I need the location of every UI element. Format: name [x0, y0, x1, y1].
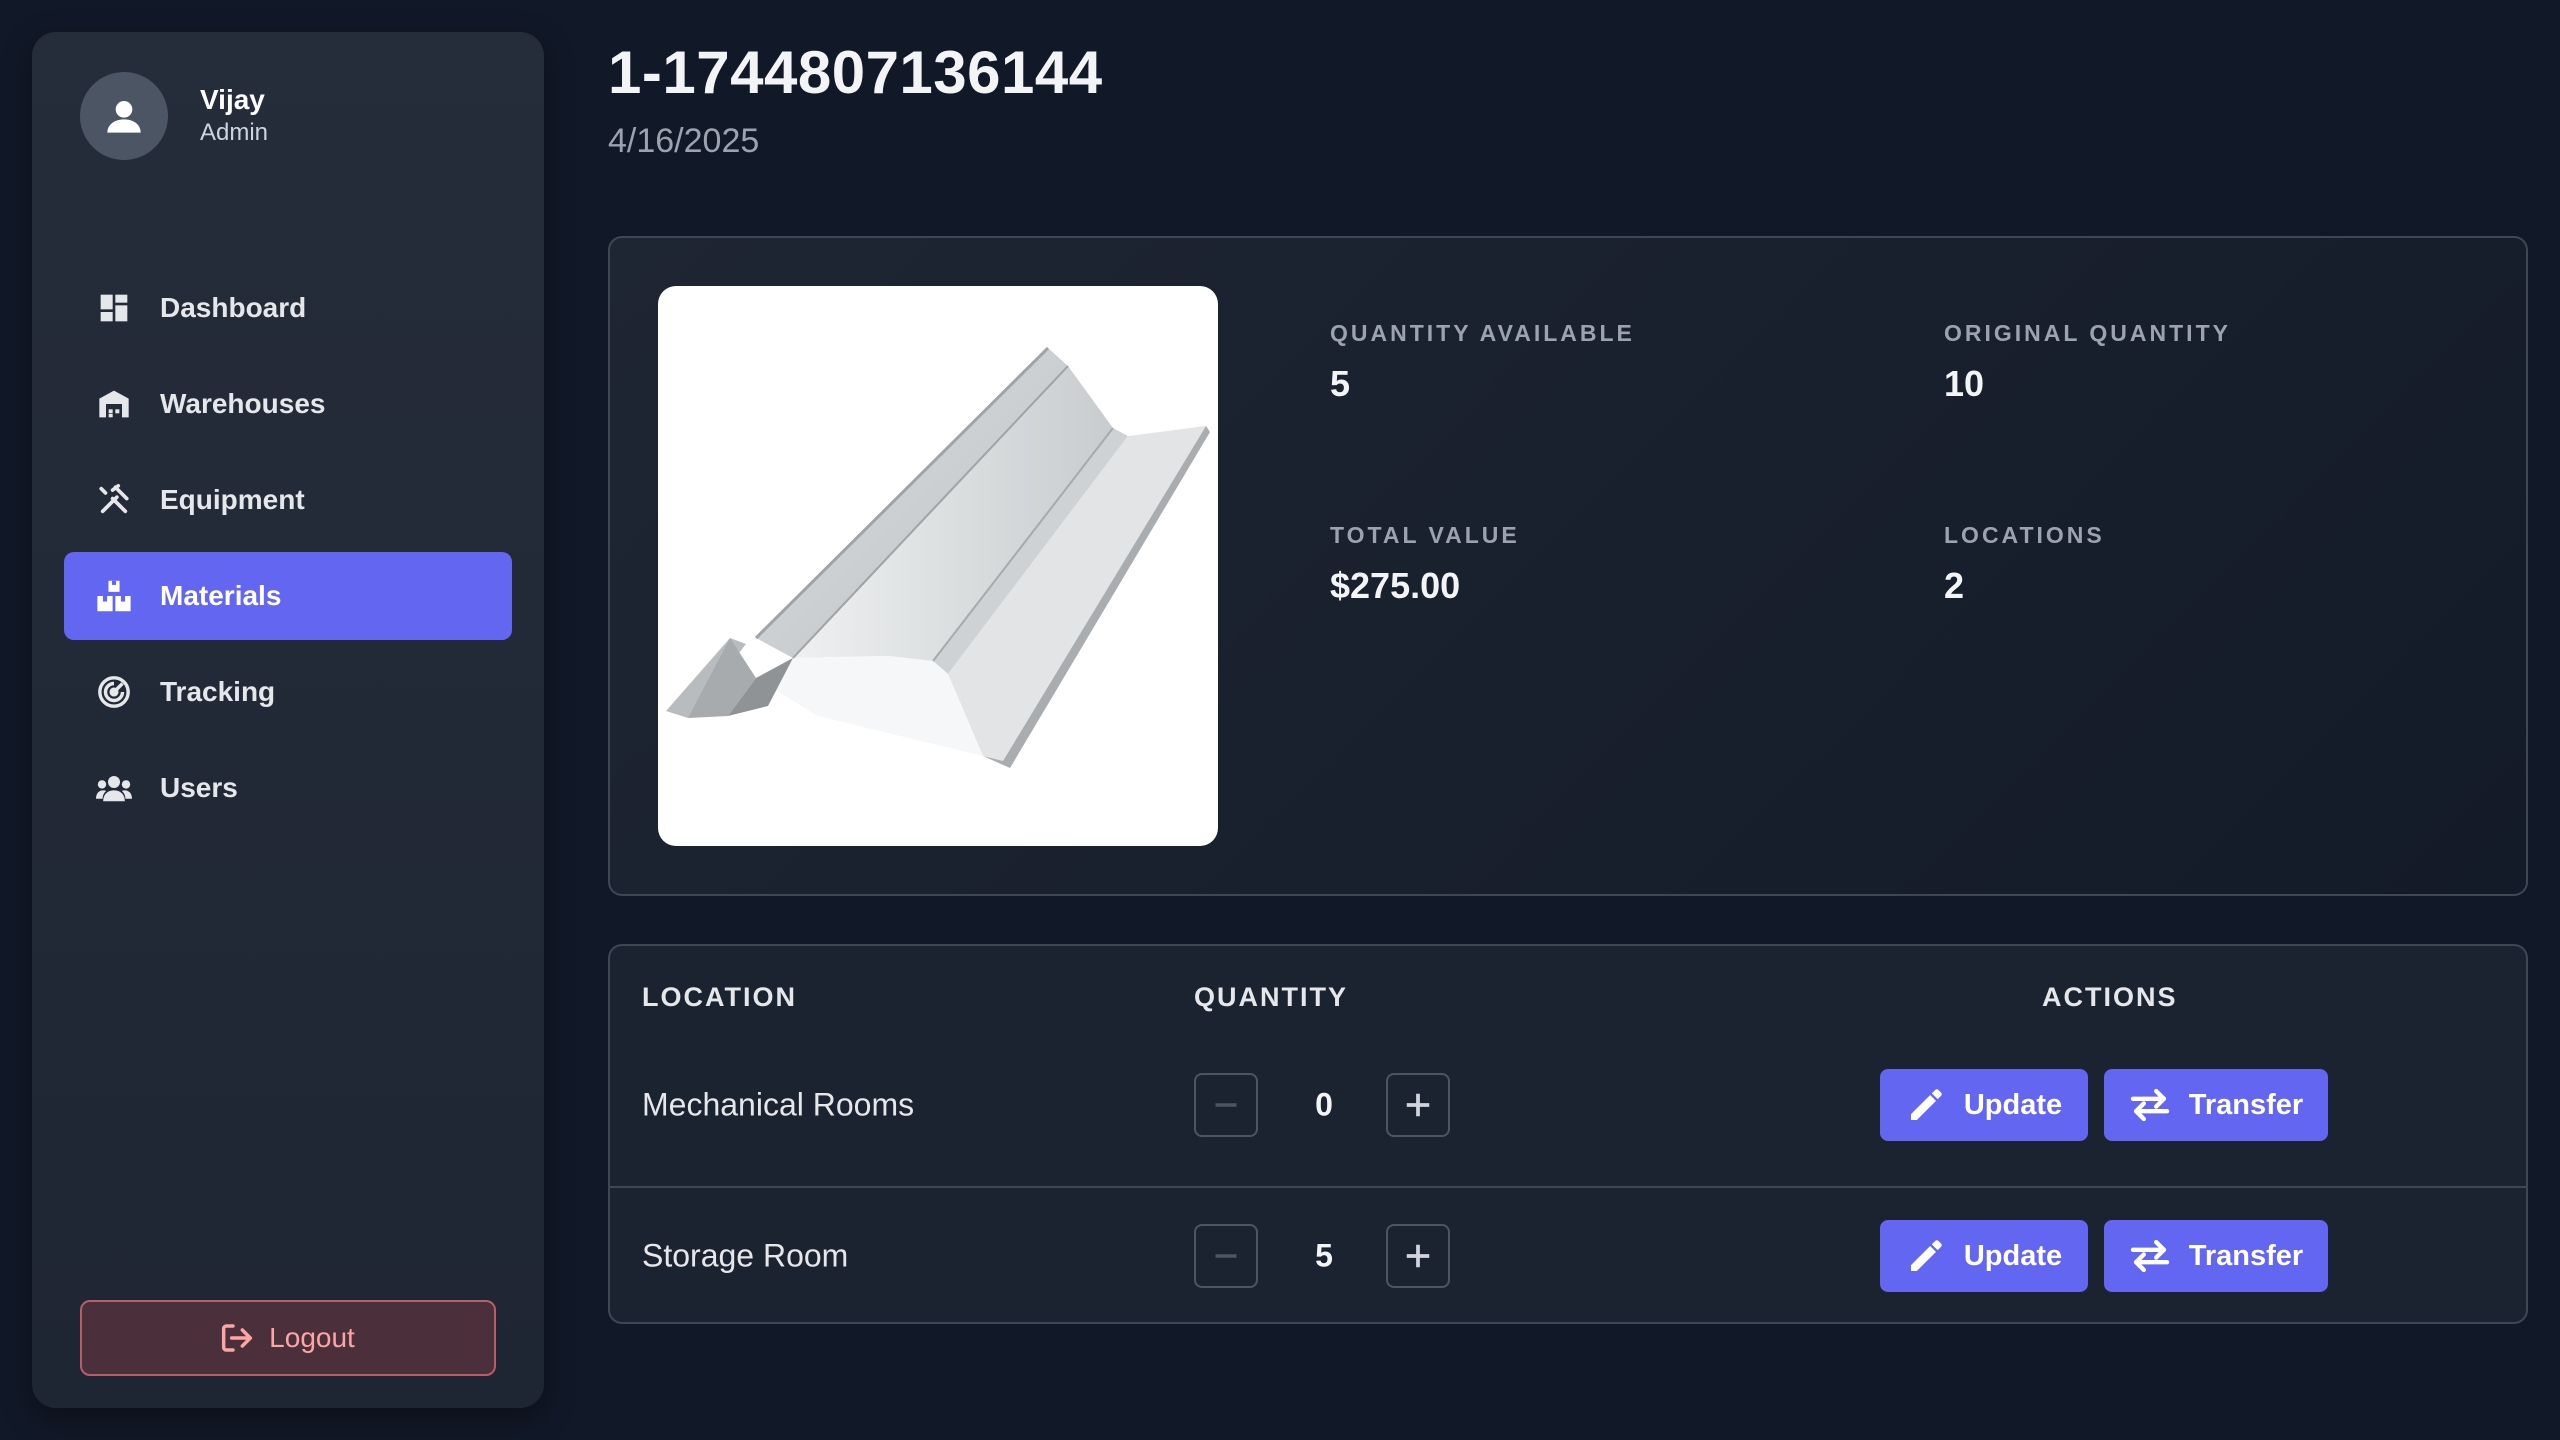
table-row: Storage Room 5 Update Transfer	[610, 1186, 2526, 1324]
material-image	[658, 286, 1218, 846]
sidebar-item-label: Materials	[160, 580, 282, 611]
profile-text: Vijay Admin	[200, 83, 268, 149]
stat-label: QUANTITY AVAILABLE	[1330, 320, 1635, 346]
pencil-icon	[1906, 1085, 1946, 1125]
stat-locations: LOCATIONS 2	[1944, 522, 2105, 607]
user-role: Admin	[200, 119, 269, 146]
stat-label: TOTAL VALUE	[1330, 522, 1520, 548]
update-button[interactable]: Update	[1880, 1069, 2088, 1141]
transfer-button[interactable]: Transfer	[2104, 1069, 2328, 1141]
update-label: Update	[1963, 1088, 2063, 1121]
user-name: Vijay	[200, 84, 265, 115]
sidebar-item-label: Tracking	[160, 676, 276, 707]
sidebar-item-label: Equipment	[160, 484, 305, 515]
stat-label: ORIGINAL QUANTITY	[1944, 320, 2231, 346]
sidebar-item-equipment[interactable]: Equipment	[64, 456, 512, 544]
material-info-card: QUANTITY AVAILABLE 5 ORIGINAL QUANTITY 1…	[608, 236, 2528, 896]
sidebar-item-users[interactable]: Users	[64, 744, 512, 832]
increment-button[interactable]	[1386, 1073, 1450, 1137]
tracking-icon	[96, 674, 132, 710]
stat-value: $275.00	[1330, 565, 1461, 606]
sidebar-item-dashboard[interactable]: Dashboard	[64, 264, 512, 352]
page-title: 1-1744807136144	[608, 39, 1103, 106]
sidebar-item-label: Warehouses	[160, 388, 326, 419]
tools-icon	[96, 482, 132, 518]
sidebar-item-materials[interactable]: Materials	[64, 552, 512, 640]
stat-total-value: TOTAL VALUE $275.00	[1330, 522, 1520, 607]
warehouse-icon	[96, 386, 132, 422]
transfer-label: Transfer	[2188, 1239, 2304, 1272]
avatar	[80, 72, 168, 160]
transfer-icon	[2129, 1239, 2171, 1273]
logout-label: Logout	[269, 1322, 355, 1353]
update-button[interactable]: Update	[1880, 1220, 2088, 1292]
sidebar-nav: Dashboard Warehouses Equipment Materials…	[64, 264, 512, 840]
page-date: 4/16/2025	[608, 122, 760, 160]
stat-value: 2	[1944, 565, 1965, 606]
users-icon	[96, 770, 132, 806]
update-label: Update	[1963, 1239, 2063, 1272]
quantity-value: 5	[1315, 1237, 1333, 1274]
location-name: Storage Room	[642, 1237, 849, 1274]
increment-button[interactable]	[1386, 1224, 1450, 1288]
sidebar-item-warehouses[interactable]: Warehouses	[64, 360, 512, 448]
stat-value: 10	[1944, 363, 1985, 404]
metal-channel-icon	[666, 346, 1210, 768]
decrement-button[interactable]	[1194, 1073, 1258, 1137]
transfer-icon	[2129, 1088, 2171, 1122]
sidebar: Vijay Admin Dashboard Warehouses Equipme…	[32, 32, 544, 1408]
stat-value: 5	[1330, 363, 1351, 404]
plus-icon	[1406, 1093, 1430, 1117]
boxes-icon	[96, 578, 132, 614]
pencil-icon	[1906, 1236, 1946, 1276]
locations-table: LOCATION QUANTITY ACTIONS Mechanical Roo…	[608, 944, 2528, 1324]
minus-icon	[1215, 1254, 1237, 1258]
stat-label: LOCATIONS	[1944, 522, 2105, 548]
dashboard-icon	[96, 290, 132, 326]
table-row: Mechanical Rooms 0 Update Transfer	[610, 1036, 2526, 1174]
location-name: Mechanical Rooms	[642, 1086, 915, 1123]
logout-icon	[221, 1323, 253, 1353]
decrement-button[interactable]	[1194, 1224, 1258, 1288]
sidebar-item-tracking[interactable]: Tracking	[64, 648, 512, 736]
stat-quantity-available: QUANTITY AVAILABLE 5	[1330, 320, 1635, 405]
user-icon	[107, 101, 141, 133]
sidebar-item-label: Users	[160, 772, 238, 803]
quantity-value: 0	[1315, 1086, 1333, 1123]
minus-icon	[1215, 1103, 1237, 1107]
user-profile: Vijay Admin	[80, 72, 268, 160]
logout-button[interactable]: Logout	[80, 1300, 496, 1376]
transfer-button[interactable]: Transfer	[2104, 1220, 2328, 1292]
app-root: Vijay Admin Dashboard Warehouses Equipme…	[0, 0, 2560, 1440]
stat-original-quantity: ORIGINAL QUANTITY 10	[1944, 320, 2231, 405]
transfer-label: Transfer	[2188, 1088, 2304, 1121]
plus-icon	[1406, 1244, 1430, 1268]
sidebar-item-label: Dashboard	[160, 292, 307, 323]
